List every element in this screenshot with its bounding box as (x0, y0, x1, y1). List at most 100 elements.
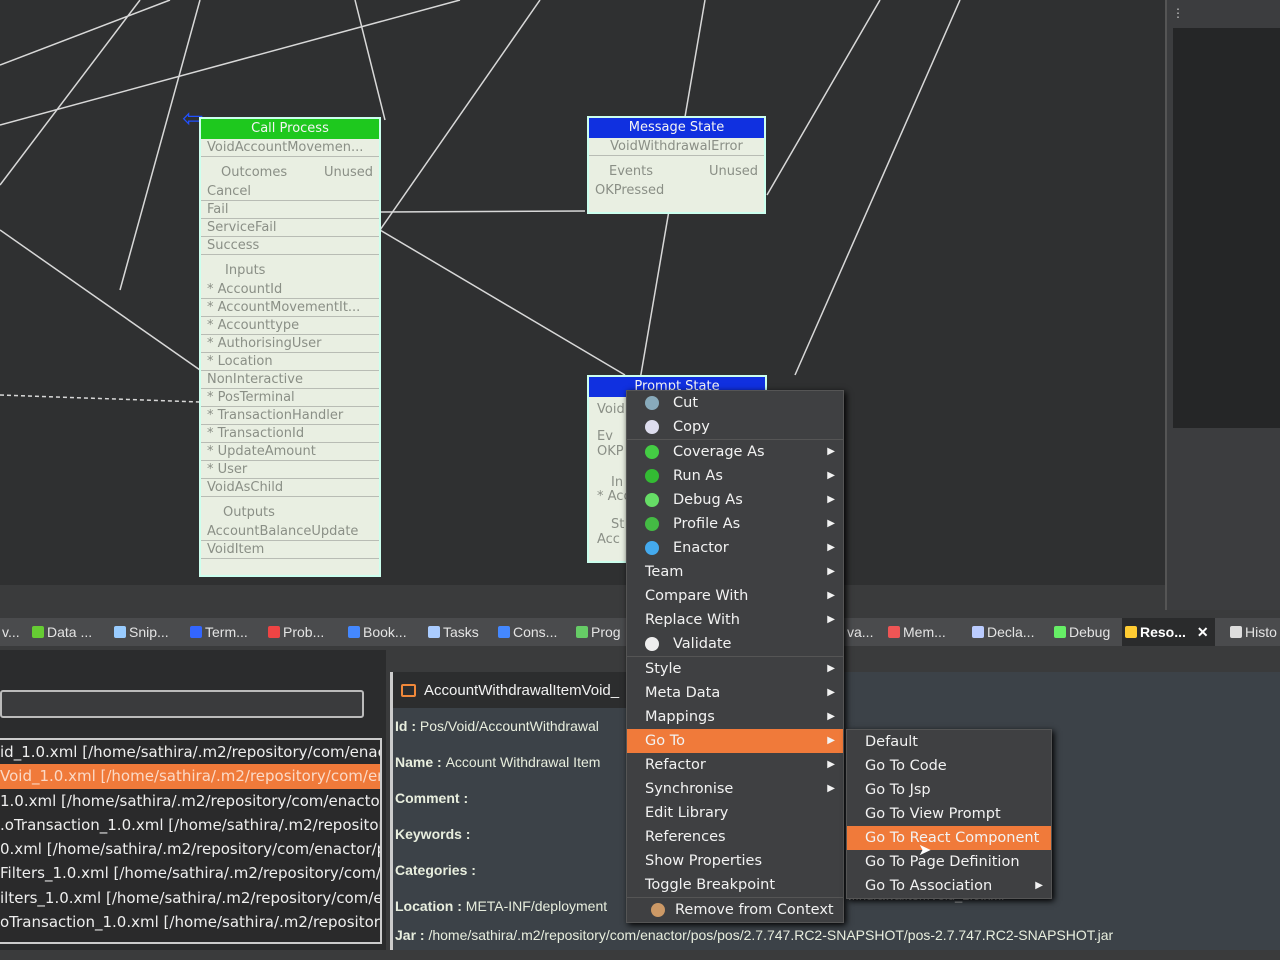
tab-label: Histo (1245, 624, 1277, 640)
file-list-item[interactable]: oTransaction_1.0.xml [/home/sathira/.m2/… (0, 910, 380, 934)
search-input[interactable] (0, 690, 364, 718)
tab-tasks[interactable]: Tasks (426, 618, 481, 646)
menu-item-label: Profile As (673, 516, 741, 532)
input-item[interactable]: * User (201, 461, 379, 479)
menu-item-go-to[interactable]: Go To ▶ (627, 729, 843, 753)
tab-reso[interactable]: Reso... ✕ (1122, 618, 1215, 646)
menu-item-go-to-view-prompt[interactable]: Go To View Prompt (847, 802, 1051, 826)
menu-item-label: Toggle Breakpoint (645, 877, 776, 893)
file-list-item[interactable]: 0.xml [/home/sathira/.m2/repository/com/… (0, 837, 380, 861)
outcome-item[interactable]: Fail (201, 201, 379, 219)
resource-icon (401, 683, 416, 697)
menu-item-remove-from-context[interactable]: Remove from Context (627, 898, 843, 922)
menu-item-edit-library[interactable]: Edit Library (627, 801, 843, 825)
file-list-item[interactable]: Void_1.0.xml [/home/sathira/.m2/reposito… (0, 764, 380, 789)
menu-item-team[interactable]: Team ▶ (627, 560, 843, 584)
menu-item-cut[interactable]: Cut (627, 391, 843, 415)
menu-item-go-to-react-component[interactable]: Go To React Component (847, 826, 1051, 850)
tab-label: Mem... (903, 624, 946, 640)
menu-item-run-as[interactable]: Run As ▶ (627, 464, 843, 488)
file-list-item[interactable]: id_1.0.xml [/home/sathira/.m2/repository… (0, 740, 380, 764)
menu-item-validate[interactable]: Validate (627, 632, 843, 656)
prompt-fragment: OKP (597, 444, 624, 459)
outcome-item[interactable]: Cancel (201, 183, 379, 201)
tab-label: va... (847, 624, 874, 640)
file-list-item[interactable]: 1.0.xml [/home/sathira/.m2/repository/co… (0, 789, 380, 813)
view-menu-icon[interactable]: ⋮ (1172, 6, 1184, 20)
close-icon[interactable]: ✕ (1197, 624, 1209, 641)
menu-item-synchronise[interactable]: Synchronise ▶ (627, 777, 843, 801)
reso-icon (1125, 626, 1137, 638)
menu-item-go-to-association[interactable]: Go To Association ▶ (847, 874, 1051, 898)
file-list[interactable]: id_1.0.xml [/home/sathira/.m2/repository… (0, 738, 382, 944)
tab-histo[interactable]: Histo (1228, 618, 1279, 646)
file-list-item[interactable]: .oTransaction_1.0.xml [/home/sathira/.m2… (0, 813, 380, 837)
input-item[interactable]: * Location (201, 353, 379, 371)
input-item[interactable]: * AccountId (201, 281, 379, 299)
menu-item-default[interactable]: Default (847, 730, 1051, 754)
file-list-item[interactable]: Filters_1.0.xml [/home/sathira/.m2/repos… (0, 861, 380, 885)
message-state-node[interactable]: Message State VoidWithdrawalError Events… (587, 116, 766, 214)
menu-item-references[interactable]: References (627, 825, 843, 849)
bug-icon (645, 493, 659, 507)
outcome-item[interactable]: ServiceFail (201, 219, 379, 237)
menu-item-profile-as[interactable]: Profile As ▶ (627, 512, 843, 536)
tab-term[interactable]: Term... (188, 618, 250, 646)
tab-book[interactable]: Book... (346, 618, 409, 646)
detail-key: Keywords : (395, 826, 471, 842)
input-item[interactable]: * TransactionHandler (201, 407, 379, 425)
tab-mem[interactable]: Mem... (886, 618, 948, 646)
input-item[interactable]: * TransactionId (201, 425, 379, 443)
menu-item-enactor[interactable]: Enactor ▶ (627, 536, 843, 560)
tab-cons[interactable]: Cons... (496, 618, 559, 646)
tab-va[interactable]: va... (845, 618, 875, 646)
call-process-node[interactable]: Call Process VoidAccountMovemen... Outco… (199, 117, 381, 577)
output-item[interactable]: AccountBalanceUpdate (201, 523, 379, 541)
menu-item-go-to-page-definition[interactable]: Go To Page Definition (847, 850, 1051, 874)
chevron-right-icon: ▶ (1035, 880, 1043, 891)
coverage-icon (645, 445, 659, 459)
menu-item-show-properties[interactable]: Show Properties (627, 849, 843, 873)
input-item[interactable]: * AccountMovementIt... (201, 299, 379, 317)
tab-label: Cons... (513, 624, 558, 640)
prompt-fragment: Void (597, 402, 625, 417)
context-menu: Cut Copy Coverage As ▶ Run As ▶ Debug As ▶ Profi… (626, 390, 844, 923)
menu-item-meta-data[interactable]: Meta Data ▶ (627, 681, 843, 705)
menu-item-mappings[interactable]: Mappings ▶ (627, 705, 843, 729)
menu-item-compare-with[interactable]: Compare With ▶ (627, 584, 843, 608)
menu-item-copy[interactable]: Copy (627, 415, 843, 439)
menu-item-debug-as[interactable]: Debug As ▶ (627, 488, 843, 512)
output-item[interactable]: VoidItem (201, 541, 379, 559)
tab-decla[interactable]: Decla... (970, 618, 1036, 646)
input-item[interactable]: * AuthorisingUser (201, 335, 379, 353)
events-label: Events (609, 164, 654, 179)
input-item[interactable]: * PosTerminal (201, 389, 379, 407)
menu-item-toggle-breakpoint[interactable]: Toggle Breakpoint (627, 873, 843, 897)
tab-prob[interactable]: Prob... (266, 618, 326, 646)
tab-prog[interactable]: Prog (574, 618, 623, 646)
go-to-submenu: Default Go To Code Go To Jsp Go To View Pro… (846, 729, 1052, 899)
file-list-item[interactable]: ilters_1.0.xml [/home/sathira/.m2/reposi… (0, 886, 380, 910)
input-item[interactable]: VoidAsChild (201, 479, 379, 497)
menu-item-style[interactable]: Style ▶ (627, 657, 843, 681)
diagram-canvas[interactable]: ⇦ Call Process VoidAccountMovemen... Out… (0, 0, 1165, 585)
menu-item-replace-with[interactable]: Replace With ▶ (627, 608, 843, 632)
menu-item-coverage-as[interactable]: Coverage As ▶ (627, 440, 843, 464)
menu-item-go-to-code[interactable]: Go To Code (847, 754, 1051, 778)
tab-snip[interactable]: Snip... (112, 618, 171, 646)
tab-debug[interactable]: Debug (1052, 618, 1112, 646)
detail-value: Pos/Void/AccountWithdrawal (419, 718, 599, 734)
menu-item-refactor[interactable]: Refactor ▶ (627, 753, 843, 777)
menu-item-go-to-jsp[interactable]: Go To Jsp (847, 778, 1051, 802)
input-item[interactable]: NonInteractive (201, 371, 379, 389)
menu-item-label: Go To Association (865, 878, 993, 894)
tab-label: Term... (205, 624, 248, 640)
outcome-item[interactable]: Success (201, 237, 379, 255)
input-item[interactable]: * Accounttype (201, 317, 379, 335)
node-title: Message State (589, 118, 764, 138)
input-item[interactable]: * UpdateAmount (201, 443, 379, 461)
detail-value: META-INF/deployment (465, 898, 608, 914)
detail-key: Name : (395, 754, 446, 770)
tab-data[interactable]: Data ... (30, 618, 94, 646)
tab-v[interactable]: v... (0, 618, 22, 646)
